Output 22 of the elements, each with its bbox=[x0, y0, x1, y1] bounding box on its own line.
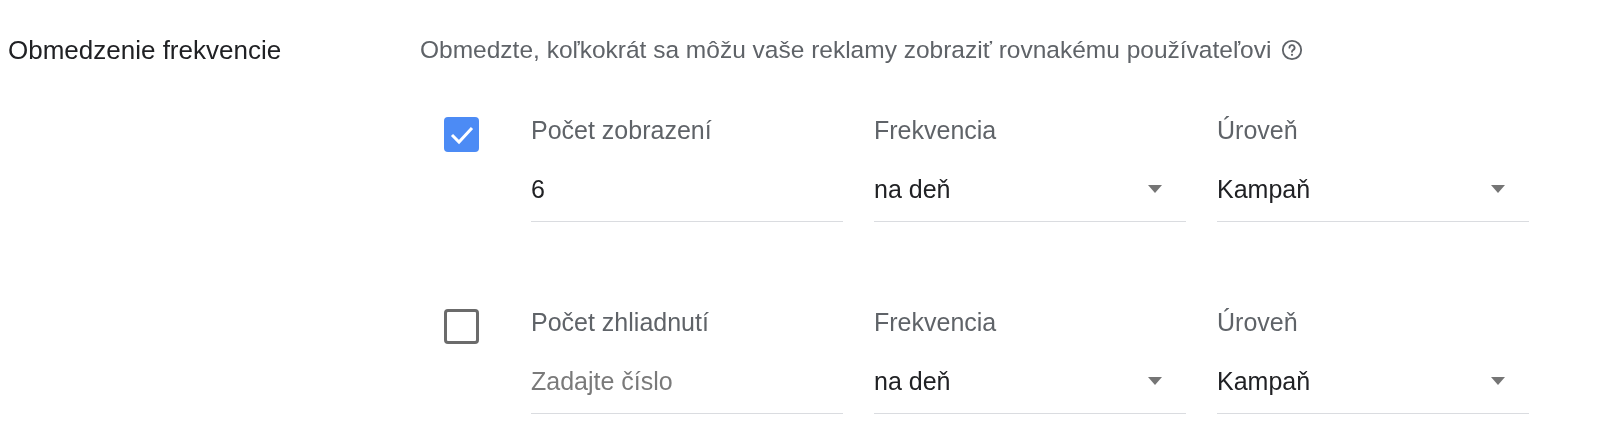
field-label: Úroveň bbox=[1217, 115, 1298, 146]
field-label: Počet zobrazení bbox=[531, 115, 712, 146]
caret-icon bbox=[1148, 377, 1162, 385]
caret-icon bbox=[1491, 377, 1505, 385]
check-icon bbox=[449, 124, 474, 145]
field-label: Frekvencia bbox=[874, 307, 997, 338]
field-label: Počet zhliadnutí bbox=[531, 307, 709, 338]
checkbox[interactable] bbox=[444, 117, 479, 152]
level-dropdown[interactable]: Kampaň bbox=[1217, 171, 1529, 222]
help-icon[interactable] bbox=[1281, 39, 1304, 61]
field-label: Frekvencia bbox=[874, 115, 997, 146]
caret-icon bbox=[1148, 185, 1162, 193]
section-description: Obmedzte, koľkokrát sa môžu vaše reklamy zobraziť rovnakému používateľovi bbox=[420, 35, 1272, 65]
caret-icon bbox=[1491, 185, 1505, 193]
level-dropdown[interactable]: Kampaň bbox=[1217, 363, 1529, 414]
field-label: Úroveň bbox=[1217, 307, 1298, 338]
section-label: Obmedzenie frekvencie bbox=[8, 34, 282, 67]
count-input[interactable]: 6 bbox=[531, 171, 843, 222]
checkbox[interactable] bbox=[444, 309, 479, 344]
frequency-dropdown[interactable]: na deň bbox=[874, 363, 1186, 414]
frequency-dropdown[interactable]: na deň bbox=[874, 171, 1186, 222]
count-input[interactable]: Zadajte číslo bbox=[531, 363, 843, 414]
